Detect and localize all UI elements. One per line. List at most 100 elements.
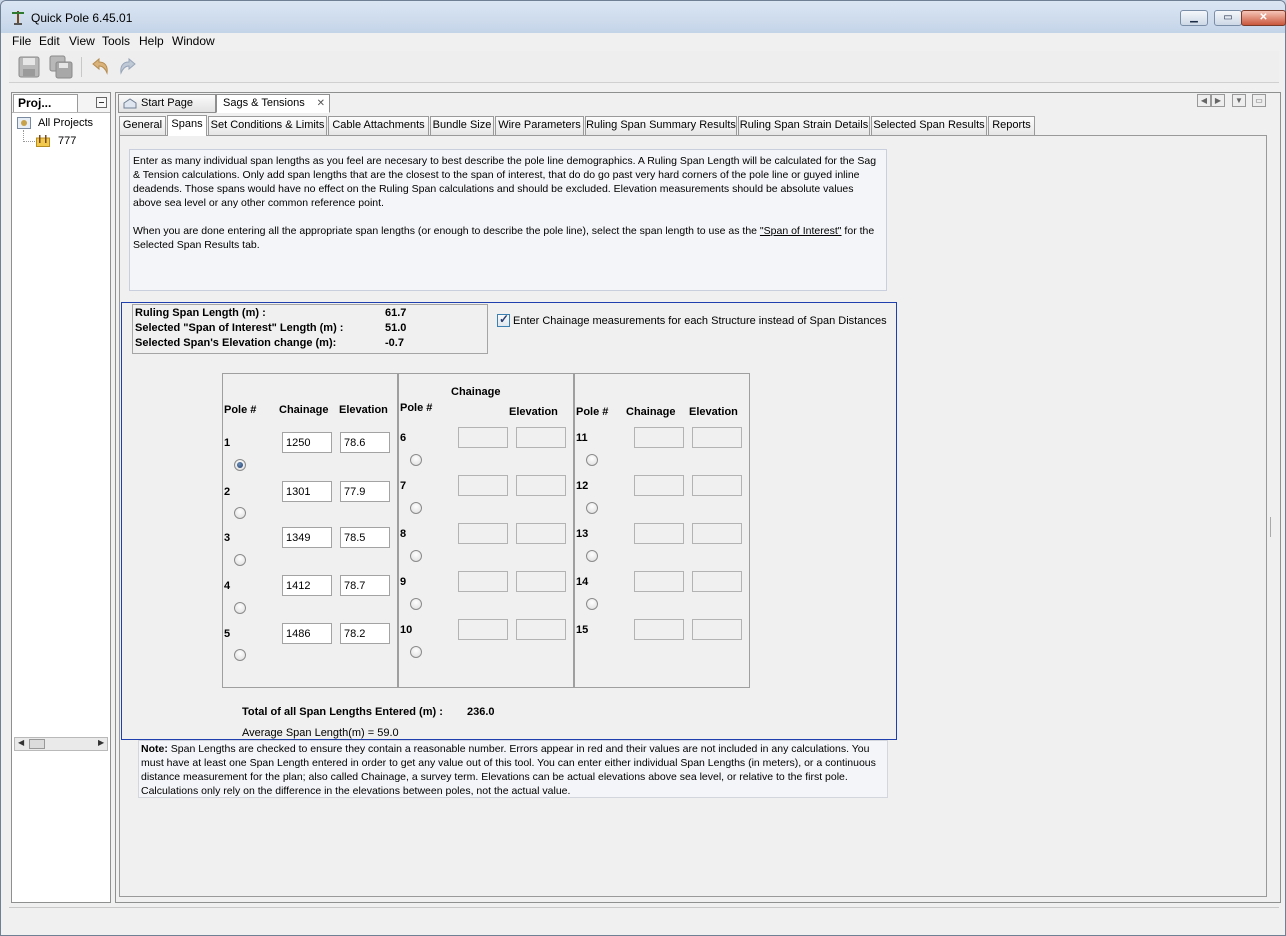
pole-number: 5 xyxy=(224,628,231,640)
menu-file[interactable]: File xyxy=(12,34,31,48)
elevation-input-13[interactable] xyxy=(692,523,742,544)
tab-spans[interactable]: Spans xyxy=(167,115,207,136)
scroll-tabs-left-icon[interactable]: ◀ xyxy=(1197,94,1211,107)
status-bar xyxy=(9,907,1279,929)
chainage-input-4[interactable]: 1412 xyxy=(282,575,332,596)
elevation-input-14[interactable] xyxy=(692,571,742,592)
maximize-editor-icon[interactable]: ▭ xyxy=(1252,94,1266,107)
chainage-input-6[interactable] xyxy=(458,427,508,448)
tab-list-dropdown-icon[interactable]: ▼ xyxy=(1232,94,1246,107)
tree-item-project[interactable]: 777 xyxy=(58,135,76,147)
span-of-interest-radio-1[interactable] xyxy=(234,459,246,471)
span-of-interest-radio-13[interactable] xyxy=(586,550,598,562)
span-of-interest-link[interactable]: "Span of Interest" xyxy=(760,225,842,237)
chainage-header: Chainage xyxy=(279,404,329,416)
selected-span-value: 51.0 xyxy=(385,322,407,334)
elevation-input-6[interactable] xyxy=(516,427,566,448)
chainage-input-5[interactable]: 1486 xyxy=(282,623,332,644)
span-of-interest-radio-9[interactable] xyxy=(410,598,422,610)
chainage-input-2[interactable]: 1301 xyxy=(282,481,332,502)
span-of-interest-radio-10[interactable] xyxy=(410,646,422,658)
tab-ruling-span-strain[interactable]: Ruling Span Strain Details xyxy=(738,116,870,135)
pole-number: 1 xyxy=(224,437,231,449)
tab-sags-tensions[interactable]: Sags & Tensions ✕ xyxy=(216,94,330,113)
span-of-interest-radio-5[interactable] xyxy=(234,649,246,661)
menu-window[interactable]: Window xyxy=(172,34,215,48)
tab-start-page[interactable]: Start Page xyxy=(118,94,216,113)
elevation-input-10[interactable] xyxy=(516,619,566,640)
scroll-left-icon[interactable]: ◀ xyxy=(18,738,24,747)
pole-number: 13 xyxy=(576,528,589,540)
elevation-input-1[interactable]: 78.6 xyxy=(340,432,390,453)
elevation-input-7[interactable] xyxy=(516,475,566,496)
menu-tools[interactable]: Tools xyxy=(102,34,130,48)
span-of-interest-radio-11[interactable] xyxy=(586,454,598,466)
ruling-span-summary: Ruling Span Length (m) : 61.7 Selected "… xyxy=(132,304,488,354)
save-icon[interactable] xyxy=(17,55,41,79)
close-button[interactable]: ✕ xyxy=(1241,10,1286,26)
pole-number: 14 xyxy=(576,576,589,588)
tab-selected-span-results[interactable]: Selected Span Results xyxy=(871,116,987,135)
chainage-checkbox[interactable] xyxy=(497,312,510,327)
maximize-button[interactable]: ▭ xyxy=(1214,10,1242,26)
elevation-input-4[interactable]: 78.7 xyxy=(340,575,390,596)
ruling-span-label: Ruling Span Length (m) : xyxy=(135,307,266,319)
chainage-input-8[interactable] xyxy=(458,523,508,544)
chainage-input-1[interactable]: 1250 xyxy=(282,432,332,453)
tab-ruling-span-summary[interactable]: Ruling Span Summary Results xyxy=(585,116,737,135)
chainage-input-10[interactable] xyxy=(458,619,508,640)
chainage-input-14[interactable] xyxy=(634,571,684,592)
scroll-thumb[interactable] xyxy=(29,739,45,749)
span-of-interest-radio-12[interactable] xyxy=(586,502,598,514)
elevation-input-12[interactable] xyxy=(692,475,742,496)
elevation-input-2[interactable]: 77.9 xyxy=(340,481,390,502)
elevation-input-3[interactable]: 78.5 xyxy=(340,527,390,548)
tab-wire-parameters[interactable]: Wire Parameters xyxy=(495,116,584,135)
tab-cable-attachments[interactable]: Cable Attachments xyxy=(328,116,429,135)
chainage-input-3[interactable]: 1349 xyxy=(282,527,332,548)
elevation-input-5[interactable]: 78.2 xyxy=(340,623,390,644)
span-of-interest-radio-2[interactable] xyxy=(234,507,246,519)
pole-number: 3 xyxy=(224,532,231,544)
span-of-interest-radio-8[interactable] xyxy=(410,550,422,562)
projects-horizontal-scrollbar[interactable]: ◀ ▶ xyxy=(14,737,108,751)
chainage-input-12[interactable] xyxy=(634,475,684,496)
span-of-interest-radio-14[interactable] xyxy=(586,598,598,610)
redo-icon[interactable] xyxy=(117,55,141,79)
chainage-input-15[interactable] xyxy=(634,619,684,640)
scroll-right-icon[interactable]: ▶ xyxy=(98,738,104,747)
menu-view[interactable]: View xyxy=(69,34,95,48)
tree-item-all-projects[interactable]: All Projects xyxy=(38,117,93,129)
minimize-button[interactable]: ▁ xyxy=(1180,10,1208,26)
chainage-input-9[interactable] xyxy=(458,571,508,592)
menu-help[interactable]: Help xyxy=(139,34,164,48)
projects-panel: Proj... All Projects 777 ◀ ▶ xyxy=(11,92,111,903)
chainage-input-11[interactable] xyxy=(634,427,684,448)
elevation-header: Elevation xyxy=(689,406,738,418)
close-tab-icon[interactable]: ✕ xyxy=(317,95,325,112)
save-all-icon[interactable] xyxy=(49,55,73,79)
scroll-tabs-right-icon[interactable]: ▶ xyxy=(1211,94,1225,107)
chainage-input-13[interactable] xyxy=(634,523,684,544)
undo-icon[interactable] xyxy=(87,55,111,79)
span-of-interest-radio-4[interactable] xyxy=(234,602,246,614)
menu-edit[interactable]: Edit xyxy=(39,34,60,48)
poles-group-1: Pole # Chainage Elevation 1 1250 78.6 2 … xyxy=(222,373,398,688)
elevation-input-8[interactable] xyxy=(516,523,566,544)
projects-tab[interactable]: Proj... xyxy=(13,94,78,112)
span-of-interest-radio-6[interactable] xyxy=(410,454,422,466)
chainage-input-7[interactable] xyxy=(458,475,508,496)
tab-reports[interactable]: Reports xyxy=(988,116,1035,135)
pole-app-icon xyxy=(12,11,24,25)
span-of-interest-radio-3[interactable] xyxy=(234,554,246,566)
tab-bundle-size[interactable]: Bundle Size xyxy=(430,116,494,135)
pole-number: 10 xyxy=(400,624,413,636)
elevation-input-11[interactable] xyxy=(692,427,742,448)
elevation-input-9[interactable] xyxy=(516,571,566,592)
elevation-input-15[interactable] xyxy=(692,619,742,640)
minimize-panel-icon[interactable] xyxy=(96,97,107,108)
tab-set-conditions[interactable]: Set Conditions & Limits xyxy=(208,116,327,135)
pole-number: 12 xyxy=(576,480,589,492)
tab-general[interactable]: General xyxy=(119,116,166,135)
span-of-interest-radio-7[interactable] xyxy=(410,502,422,514)
